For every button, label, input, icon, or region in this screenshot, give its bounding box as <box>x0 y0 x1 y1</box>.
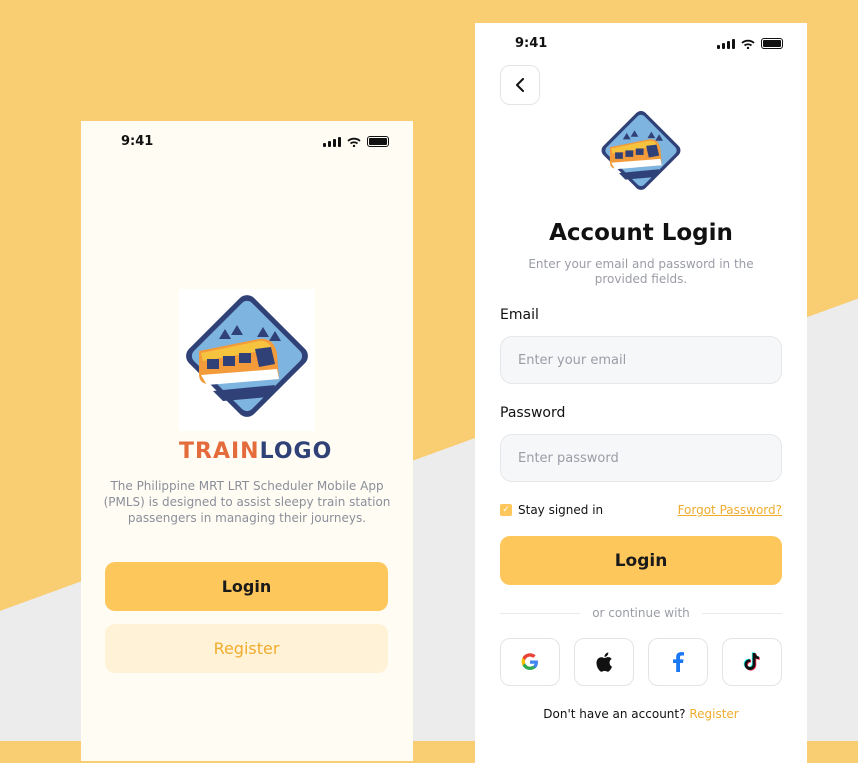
wifi-icon <box>741 39 755 49</box>
stay-signed-in-label: Stay signed in <box>518 503 604 517</box>
train-logo-image <box>595 107 687 199</box>
chevron-left-icon <box>516 78 524 92</box>
wifi-icon <box>347 137 361 147</box>
stay-signed-in-checkbox[interactable]: ✓ <box>500 504 512 516</box>
register-button[interactable]: Register <box>105 624 388 673</box>
status-time: 9:41 <box>121 134 154 149</box>
app-description: The Philippine MRT LRT Scheduler Mobile … <box>103 479 391 525</box>
divider-line-right <box>702 613 782 614</box>
status-bar: 9:41 <box>475 36 807 56</box>
register-button-label: Register <box>213 639 280 658</box>
stay-signed-in-row[interactable]: ✓ Stay signed in <box>500 503 603 517</box>
login-button-label: Login <box>614 550 668 571</box>
forgot-password-link[interactable]: Forgot Password? <box>678 503 782 517</box>
facebook-login-button[interactable] <box>648 638 708 686</box>
status-icons <box>323 136 389 147</box>
status-bar: 9:41 <box>81 134 413 154</box>
login-button[interactable]: Login <box>105 562 388 611</box>
brand-wordmark-part1: TRAIN <box>179 439 260 464</box>
email-input[interactable] <box>500 336 782 384</box>
email-label: Email <box>500 307 539 323</box>
continue-with-divider: or continue with <box>500 606 782 620</box>
brand-wordmark-part2: LOGO <box>259 439 333 464</box>
train-logo-image <box>179 289 315 431</box>
password-input[interactable] <box>500 434 782 482</box>
train-logo-icon <box>601 110 681 190</box>
brand-wordmark: TRAINLOGO <box>179 439 332 464</box>
tiktok-icon <box>743 652 760 671</box>
password-label: Password <box>500 405 566 421</box>
cellular-signal-icon <box>717 38 735 49</box>
status-time: 9:41 <box>515 36 548 51</box>
login-button[interactable]: Login <box>500 536 782 585</box>
train-logo-icon <box>186 295 308 417</box>
page-subtitle: Enter your email and password in the pro… <box>528 257 754 286</box>
register-link[interactable]: Register <box>689 707 738 721</box>
google-login-button[interactable] <box>500 638 560 686</box>
google-icon <box>521 653 538 670</box>
login-button-label: Login <box>221 577 272 596</box>
splash-screen: 9:41 TRAINLOGO The Philippine MRT LRT Sc… <box>81 121 413 761</box>
register-prompt: Don't have an account? Register <box>475 707 807 721</box>
battery-icon <box>761 38 783 49</box>
apple-login-button[interactable] <box>574 638 634 686</box>
facebook-icon <box>673 652 684 672</box>
tiktok-login-button[interactable] <box>722 638 782 686</box>
login-screen: 9:41 Account Login Enter your email and … <box>475 23 807 763</box>
back-button[interactable] <box>500 65 540 105</box>
status-icons <box>717 38 783 49</box>
apple-icon <box>596 652 612 672</box>
battery-icon <box>367 136 389 147</box>
register-prompt-text: Don't have an account? <box>543 707 686 721</box>
page-title: Account Login <box>549 220 733 246</box>
cellular-signal-icon <box>323 136 341 147</box>
